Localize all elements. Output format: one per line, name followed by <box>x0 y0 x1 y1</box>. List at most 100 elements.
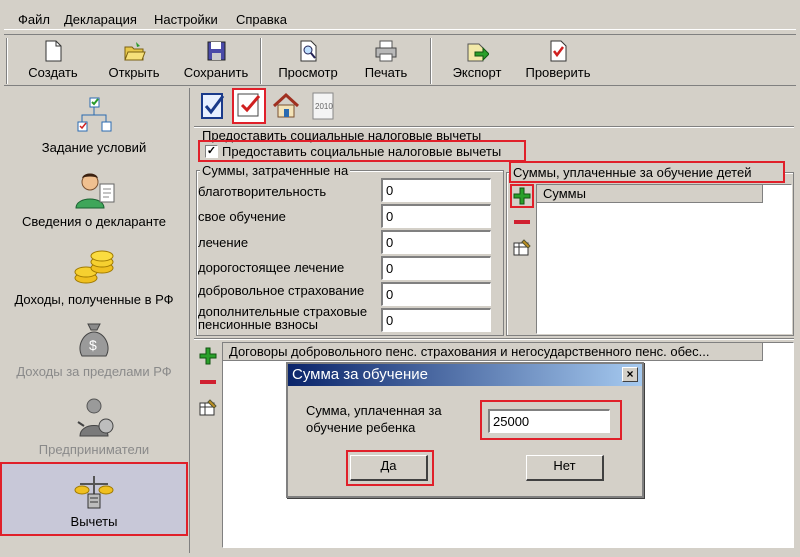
field-label-expensive-treatment: дорогостоящее лечение <box>198 260 345 275</box>
field-label-voluntary-insurance: добровольное страхование <box>198 283 365 298</box>
floppy-disk-icon <box>207 41 226 61</box>
check-button[interactable]: Проверить <box>516 35 600 87</box>
dialog-title: Сумма за обучение <box>292 366 428 383</box>
field-label-own-education: свое обучение <box>198 209 286 224</box>
dialog-label-line1: Сумма, уплаченная за <box>306 403 442 418</box>
social-deductions-icon <box>237 93 261 117</box>
field-label-pension-contributions: дополнительные страховые пенсионные взно… <box>198 305 367 331</box>
save-button[interactable]: Сохранить <box>178 35 254 87</box>
sidebar-item-income-rf[interactable]: Доходы, полученные в РФ <box>0 248 188 314</box>
social-checkbox[interactable]: ✓ <box>205 145 218 158</box>
standard-deductions-icon <box>201 93 225 119</box>
toolbar-grip <box>6 38 8 84</box>
remove-contract-button[interactable] <box>198 372 218 392</box>
new-document-icon <box>45 40 62 62</box>
year-2010-icon: 2010 <box>312 92 334 120</box>
contracts-column-header[interactable]: Договоры добровольного пенс. страхования… <box>223 343 763 361</box>
create-button[interactable]: Создать <box>20 35 86 87</box>
plus-icon <box>513 187 531 205</box>
preview-label: Просмотр <box>278 65 338 80</box>
export-button[interactable]: Экспорт <box>444 35 510 87</box>
money-bag-icon: $ <box>79 323 109 357</box>
sidebar-item-label: Доходы за пределами РФ <box>16 364 172 379</box>
sidebar-item-label: Вычеты <box>70 514 118 529</box>
check-label: Проверить <box>525 65 591 80</box>
sidebar-item-label: Доходы, полученные в РФ <box>14 292 174 307</box>
remove-child-sum-button[interactable] <box>512 212 532 232</box>
minus-icon <box>200 380 216 384</box>
menu-file[interactable]: Файл <box>18 12 50 27</box>
check-document-icon <box>550 40 567 62</box>
deductions-icon <box>74 476 114 509</box>
tab-year-2010[interactable]: 2010 <box>308 90 340 122</box>
pension-contributions-input[interactable]: 0 <box>381 308 491 332</box>
charity-input[interactable]: 0 <box>381 178 491 202</box>
expensive-treatment-input[interactable]: 0 <box>381 256 491 280</box>
edit-table-icon <box>199 399 217 416</box>
sidebar-item-declarant[interactable]: Сведения о декларанте <box>0 170 188 238</box>
person-icon <box>75 173 115 209</box>
year-2010-label: 2010 <box>315 102 333 111</box>
sidebar-item-deductions[interactable]: Вычеты <box>0 462 188 536</box>
own-education-input[interactable]: 0 <box>381 204 491 228</box>
education-sum-input[interactable]: 25000 <box>488 409 610 433</box>
children-education-title: Суммы, уплаченные за обучение детей <box>513 165 752 180</box>
menu-declaration[interactable]: Декларация <box>64 12 137 27</box>
coins-icon <box>74 250 114 284</box>
social-checkbox-label[interactable]: Предоставить социальные налоговые вычеты <box>222 144 501 159</box>
property-deductions-icon <box>272 92 300 118</box>
preview-magnifier-icon <box>300 40 317 62</box>
conditions-icon <box>77 97 112 132</box>
preview-button[interactable]: Просмотр <box>270 35 346 87</box>
export-label: Экспорт <box>452 65 502 80</box>
menu-bar: Файл Декларация Настройки Справка <box>4 6 796 30</box>
toolbar-separator <box>260 38 262 84</box>
field-label-treatment: лечение <box>198 235 249 250</box>
dialog-label-line2: обучение ребенка <box>306 420 416 435</box>
education-sum-dialog: Сумма за обучение × Сумма, уплаченная за… <box>286 362 644 498</box>
edit-contract-button[interactable] <box>198 398 218 418</box>
create-label: Создать <box>28 65 78 80</box>
panel-divider <box>194 338 794 340</box>
sidebar-item-label: Сведения о декларанте <box>22 214 166 229</box>
ok-button[interactable]: Да <box>350 455 428 481</box>
printer-icon <box>375 40 397 62</box>
menu-help[interactable]: Справка <box>236 12 287 27</box>
sidebar: Задание условий Сведения о декларанте До… <box>0 88 190 553</box>
menu-settings[interactable]: Настройки <box>154 12 218 27</box>
pension-label-line2: пенсионные взносы <box>198 317 318 332</box>
children-sums-column-header[interactable]: Суммы <box>537 185 763 203</box>
tab-social-deductions[interactable] <box>232 88 266 124</box>
voluntary-insurance-input[interactable]: 0 <box>381 282 491 306</box>
toolbar: Создать Открыть Сохранить Просмотр Печат… <box>4 34 796 86</box>
add-child-sum-button[interactable] <box>512 186 532 206</box>
edit-child-sum-button[interactable] <box>512 238 532 258</box>
entrepreneur-icon <box>77 398 114 437</box>
open-button[interactable]: Открыть <box>98 35 170 87</box>
deduction-tabs: 2010 <box>196 88 346 124</box>
edit-table-icon <box>513 239 531 256</box>
print-button[interactable]: Печать <box>356 35 416 87</box>
cancel-button[interactable]: Нет <box>526 455 604 481</box>
field-label-charity: благотворительность <box>198 184 327 199</box>
toolbar-separator <box>430 38 432 84</box>
dialog-title-bar[interactable]: Сумма за обучение × <box>288 364 642 386</box>
treatment-input[interactable]: 0 <box>381 230 491 254</box>
sidebar-item-income-abroad[interactable]: $ Доходы за пределами РФ <box>0 320 188 380</box>
dialog-close-button[interactable]: × <box>622 367 638 382</box>
sidebar-item-label: Задание условий <box>41 140 147 155</box>
open-label: Открыть <box>108 65 160 80</box>
sidebar-item-conditions[interactable]: Задание условий <box>0 96 188 166</box>
svg-text:$: $ <box>89 337 97 353</box>
export-icon <box>467 43 489 62</box>
sidebar-item-label: Предприниматели <box>38 442 150 457</box>
print-label: Печать <box>364 65 408 80</box>
tab-property-deductions[interactable] <box>270 90 302 122</box>
tab-standard-deductions[interactable] <box>198 90 230 122</box>
plus-icon <box>199 347 217 365</box>
save-label: Сохранить <box>183 65 249 80</box>
dialog-field-label: Сумма, уплаченная за обучение ребенка <box>306 402 442 436</box>
sidebar-item-entrepreneurs[interactable]: Предприниматели <box>0 396 188 457</box>
add-contract-button[interactable] <box>198 346 218 366</box>
children-sums-table[interactable]: Суммы <box>536 184 792 334</box>
